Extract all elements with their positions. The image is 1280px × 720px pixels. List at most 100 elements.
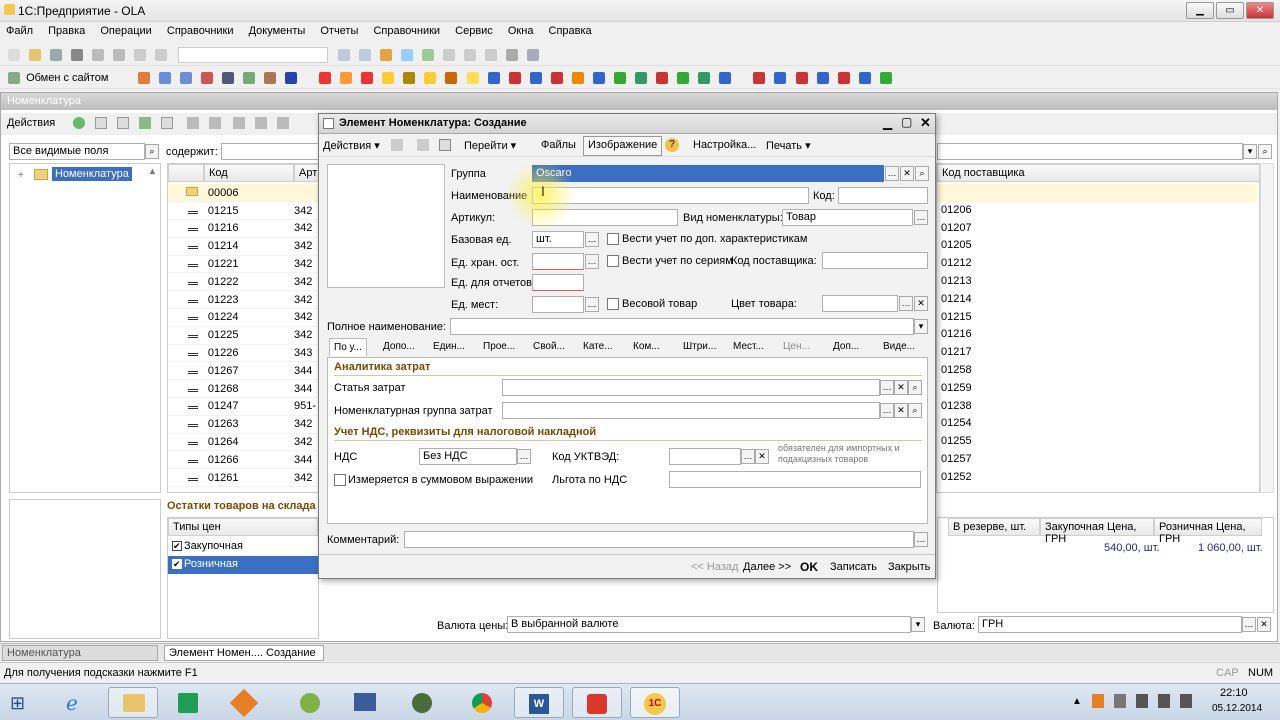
report-2-icon[interactable]	[340, 72, 353, 84]
users-icon[interactable]	[221, 72, 234, 84]
fields-select[interactable]: Все видимые поля	[9, 143, 145, 160]
tab-additional[interactable]: Допо...	[379, 338, 419, 356]
save-icon[interactable]	[50, 49, 63, 61]
uktved-clear-icon[interactable]: ✕	[755, 449, 769, 464]
help-icon[interactable]: ?	[665, 138, 679, 152]
memory-plus-icon[interactable]	[463, 49, 476, 61]
cost-item-field[interactable]	[502, 379, 880, 396]
menu-reports[interactable]: Отчеты	[314, 22, 364, 37]
menu-file[interactable]: Файл	[0, 22, 39, 37]
close-button[interactable]: ✕	[1246, 2, 1274, 19]
search-box[interactable]	[177, 47, 328, 63]
grid-scrollbar[interactable]	[1260, 163, 1274, 493]
app-7-button[interactable]	[398, 687, 448, 718]
app-6-button[interactable]	[340, 687, 390, 718]
close-dialog-button[interactable]: Закрыть	[888, 561, 930, 573]
report-13-icon[interactable]	[571, 72, 584, 84]
tab-video[interactable]: Виде...	[879, 338, 919, 356]
report-1-icon[interactable]	[319, 72, 332, 84]
tree-expand-icon[interactable]: +	[18, 170, 24, 181]
place-unit-select-icon[interactable]: …	[585, 297, 599, 312]
cost-item-select-icon[interactable]: …	[880, 380, 894, 395]
table-row[interactable]: 00006	[168, 184, 318, 203]
hierarchy-icon[interactable]	[187, 117, 199, 129]
col-code-header[interactable]: Код	[204, 164, 294, 182]
exchange-button[interactable]: Обмен с сайтом	[26, 67, 108, 84]
play-icon[interactable]	[284, 72, 297, 84]
table-row[interactable]: 01221 342	[168, 255, 318, 274]
dialog-maximize-icon[interactable]: ▢	[901, 115, 912, 129]
find-icon[interactable]	[337, 49, 350, 61]
menu-documents[interactable]: Документы	[243, 22, 312, 37]
group-clear-icon[interactable]: ✕	[900, 166, 914, 181]
1c-app-button[interactable]: 1С	[630, 687, 680, 718]
word-app-button[interactable]: W	[514, 687, 564, 718]
doc-icon[interactable]	[137, 72, 150, 84]
sort-icon[interactable]	[277, 117, 289, 129]
price-type-retail[interactable]: ✔ Розничная	[168, 556, 318, 574]
menu-windows[interactable]: Окна	[502, 22, 540, 37]
price-currency-dropdown-icon[interactable]: ▾	[911, 617, 925, 632]
tab-prices[interactable]: Цен...	[779, 338, 814, 356]
fields-search-icon[interactable]: ⌕	[145, 144, 159, 159]
catalog-actions-button[interactable]: Действия	[7, 117, 55, 129]
fullname-field[interactable]	[450, 318, 914, 335]
storage-unit-select-icon[interactable]: …	[585, 254, 599, 269]
comment-select-icon[interactable]: …	[914, 532, 928, 547]
dialog-minimize-icon[interactable]: ▁	[883, 116, 892, 130]
weight-checkbox[interactable]	[607, 298, 619, 310]
minimize-button[interactable]: ▁	[1186, 2, 1214, 19]
chrome-app-button[interactable]	[458, 687, 508, 718]
color-select-icon[interactable]: …	[899, 296, 913, 311]
group-select-icon[interactable]: …	[885, 166, 899, 181]
table-row[interactable]: 01223 342	[168, 290, 318, 310]
open-icon[interactable]	[29, 49, 42, 61]
chart-icon[interactable]	[263, 72, 276, 84]
color-field[interactable]	[822, 295, 898, 312]
report-11-icon[interactable]	[529, 72, 542, 84]
ie-app-button[interactable]: ℯ	[52, 687, 102, 718]
contains-search-icon[interactable]: ⌕	[1258, 144, 1272, 159]
vat-benefit-field[interactable]	[669, 471, 921, 488]
add-icon[interactable]	[73, 117, 85, 129]
currency-select-icon[interactable]: …	[1242, 617, 1256, 632]
report-25-icon[interactable]	[837, 72, 850, 84]
report-9-icon[interactable]	[487, 72, 500, 84]
report-6-icon[interactable]	[424, 72, 437, 84]
report-3-icon[interactable]	[361, 72, 374, 84]
copy-icon[interactable]	[92, 49, 105, 61]
report-17-icon[interactable]	[656, 72, 669, 84]
clock-time[interactable]: 22:10	[1220, 687, 1248, 699]
cut-icon[interactable]	[71, 49, 84, 61]
back-button[interactable]: << Назад	[691, 561, 738, 573]
col-supplier-header[interactable]: Код поставщика	[937, 164, 1259, 182]
files-button[interactable]: Файлы	[541, 139, 576, 151]
sum-expr-checkbox[interactable]	[334, 474, 346, 486]
edit-icon[interactable]	[139, 117, 151, 129]
base-unit-select-icon[interactable]: …	[585, 232, 599, 247]
report-15-icon[interactable]	[613, 72, 626, 84]
report-26-icon[interactable]	[858, 72, 871, 84]
contains-input-right[interactable]	[937, 143, 1243, 160]
tab-barcodes[interactable]: Штри...	[679, 338, 720, 356]
save-button[interactable]: Записать	[830, 561, 877, 573]
uktved-field[interactable]	[669, 448, 741, 465]
code-field[interactable]	[838, 187, 928, 204]
dialog-save-icon[interactable]	[391, 139, 403, 151]
info-icon[interactable]	[379, 49, 392, 61]
undo-icon[interactable]	[134, 49, 147, 61]
battery-icon[interactable]	[1136, 694, 1148, 708]
volume-icon[interactable]	[1180, 694, 1192, 708]
col-art-header[interactable]: Арти	[294, 164, 318, 182]
currency-clear-icon[interactable]: ✕	[1257, 617, 1271, 632]
uktved-select-icon[interactable]: …	[741, 449, 755, 464]
menu-catalogs-2[interactable]: Справочники	[367, 22, 446, 37]
currency-field[interactable]: ГРН	[978, 616, 1242, 633]
dialog-refresh-icon[interactable]	[439, 139, 451, 151]
base-unit-field[interactable]: шт.	[532, 231, 584, 248]
new-icon[interactable]	[8, 49, 20, 61]
table-row[interactable]: 01222 342	[168, 272, 318, 292]
report-18-icon[interactable]	[677, 72, 690, 84]
redo-icon[interactable]	[155, 49, 168, 61]
series-checkbox[interactable]	[607, 255, 619, 267]
